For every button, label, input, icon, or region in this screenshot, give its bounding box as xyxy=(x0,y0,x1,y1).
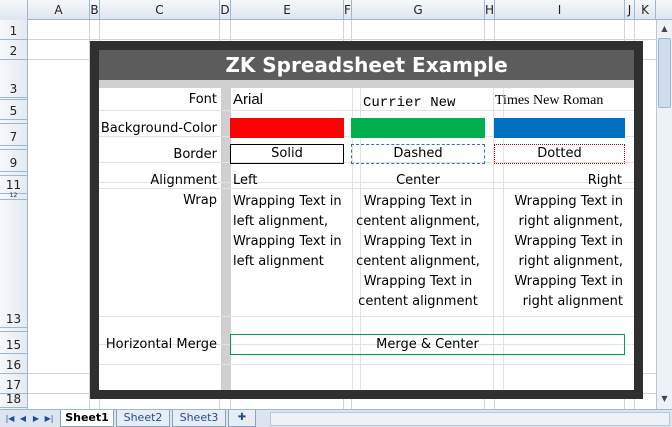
label-wrap[interactable]: Wrap xyxy=(99,193,217,208)
cell-align-center[interactable]: Center xyxy=(351,173,485,188)
column-header-d[interactable]: D xyxy=(220,0,231,20)
sheet-title[interactable]: ZK Spreadsheet Example xyxy=(99,50,634,80)
first-sheet-icon[interactable]: |◀ xyxy=(4,412,16,425)
cell-bg-red[interactable] xyxy=(230,118,344,138)
cell-font-arial[interactable]: Arial xyxy=(233,91,263,108)
column-header-c[interactable]: C xyxy=(100,0,220,20)
cell-border-dashed[interactable]: Dashed xyxy=(351,144,485,164)
scroll-thumb[interactable] xyxy=(658,38,671,108)
label-font[interactable]: Font xyxy=(99,92,217,107)
insert-sheet-icon[interactable]: ✚ xyxy=(228,410,256,427)
cell-font-courier[interactable]: Currier New xyxy=(363,95,455,111)
tab-sheet2[interactable]: Sheet2 xyxy=(116,410,170,427)
column-header-j[interactable]: J xyxy=(625,0,635,20)
column-header-k[interactable]: K xyxy=(635,0,656,20)
cell-bg-blue[interactable] xyxy=(494,118,625,138)
cell-font-times[interactable]: Times New Roman xyxy=(495,93,603,109)
grid-line xyxy=(99,316,634,317)
row-header-3[interactable]: 3 xyxy=(0,60,27,98)
column-header-b[interactable]: B xyxy=(90,0,100,20)
grid-line xyxy=(99,188,634,189)
sheet-tab-bar: |◀ ◀ ▶ ▶| Sheet1 Sheet2 Sheet3 ✚ xyxy=(0,409,672,427)
label-background-color[interactable]: Background-Color xyxy=(99,121,217,136)
column-header-i[interactable]: I xyxy=(495,0,625,20)
column-header-h[interactable]: H xyxy=(485,0,495,20)
row-header-7[interactable]: 7 xyxy=(0,124,27,146)
grid-line xyxy=(28,39,656,40)
prev-sheet-icon[interactable]: ◀ xyxy=(17,412,29,425)
grid-line xyxy=(99,364,634,365)
cell-align-right[interactable]: Right xyxy=(494,173,622,188)
select-all-corner[interactable] xyxy=(0,0,28,20)
scroll-down-icon[interactable]: ▼ xyxy=(658,392,671,406)
row-header-5[interactable]: 5 xyxy=(0,100,27,120)
column-header-f[interactable]: F xyxy=(344,0,352,20)
row-header-16[interactable]: 16 xyxy=(0,354,27,374)
vertical-scrollbar[interactable]: ▲ ▼ xyxy=(656,20,672,409)
tab-sheet1[interactable]: Sheet1 xyxy=(60,410,114,427)
row-header-13[interactable]: 13 xyxy=(0,200,27,328)
row-header-15[interactable]: 15 xyxy=(0,332,27,354)
cell-border-dotted[interactable]: Dotted xyxy=(494,144,625,164)
row-header-17[interactable]: 17 xyxy=(0,374,27,394)
cell-merge-center[interactable]: Merge & Center xyxy=(230,334,625,355)
last-sheet-icon[interactable]: ▶| xyxy=(43,412,55,425)
scroll-up-icon[interactable]: ▲ xyxy=(658,22,671,36)
column-header-bar: A B C D E F G H I J K xyxy=(0,0,672,20)
row-header-bar: 1 2 3 5 7 9 11 12 13 15 16 17 18 xyxy=(0,20,28,409)
column-header-a[interactable]: A xyxy=(28,0,90,20)
cell-border-solid[interactable]: Solid xyxy=(230,144,344,164)
cell-wrap-left[interactable]: Wrapping Text in left alignment, Wrappin… xyxy=(233,192,345,272)
label-alignment[interactable]: Alignment xyxy=(99,173,217,188)
label-border[interactable]: Border xyxy=(99,147,217,162)
tab-sheet3[interactable]: Sheet3 xyxy=(172,410,226,427)
cell-wrap-right[interactable]: Wrapping Text in right alignment, Wrappi… xyxy=(496,192,623,312)
horizontal-scrollbar[interactable] xyxy=(270,412,670,426)
label-horizontal-merge[interactable]: Horizontal Merge xyxy=(99,337,217,352)
title-separator xyxy=(99,80,634,88)
next-sheet-icon[interactable]: ▶ xyxy=(30,412,42,425)
row-header-18[interactable]: 18 xyxy=(0,392,27,408)
example-frame: ZK Spreadsheet Example Font Background-C… xyxy=(90,41,643,399)
row-header-2[interactable]: 2 xyxy=(0,40,27,60)
row-header-9[interactable]: 9 xyxy=(0,150,27,172)
example-content: ZK Spreadsheet Example Font Background-C… xyxy=(99,50,634,390)
column-header-e[interactable]: E xyxy=(231,0,344,20)
column-header-g[interactable]: G xyxy=(352,0,485,20)
cell-bg-green[interactable] xyxy=(351,118,485,138)
row-header-1[interactable]: 1 xyxy=(0,20,27,40)
cell-align-left[interactable]: Left xyxy=(233,173,343,188)
cell-wrap-center[interactable]: Wrapping Text in centent alignment, Wrap… xyxy=(351,192,485,312)
